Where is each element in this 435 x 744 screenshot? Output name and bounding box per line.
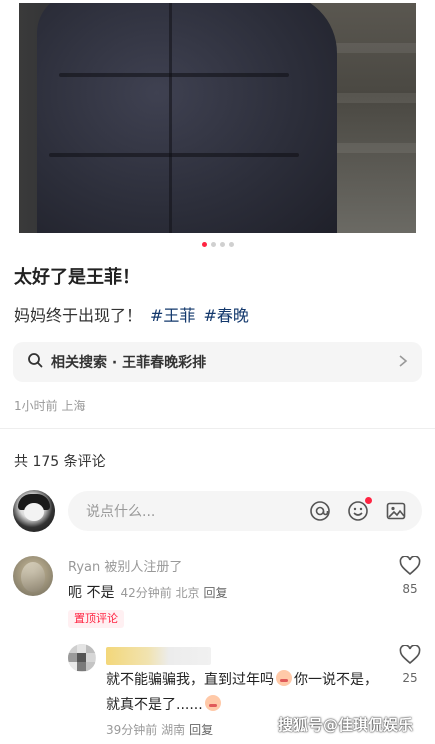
heart-icon: [399, 644, 421, 669]
post-title: 太好了是王菲！: [14, 267, 140, 288]
reply-button[interactable]: 回复: [204, 586, 228, 600]
comment-body: 呃 不是 42分钟前 北京 回复: [68, 582, 228, 602]
comment-count: 共 175 条评论: [14, 454, 106, 470]
reply-body: 就不能骗骗我，直到过年吗 你一说不是，就真不是了......: [106, 668, 386, 718]
carousel-dot: [228, 242, 234, 247]
reply-text-part1: 就不能骗骗我，直到过年吗: [106, 672, 274, 688]
at-icon[interactable]: [308, 499, 332, 523]
avatar[interactable]: [13, 490, 55, 532]
heart-icon: [399, 555, 421, 580]
carousel-dot: [210, 242, 216, 247]
search-icon: [27, 352, 43, 372]
post-description-text: 妈妈终于出现了！: [14, 306, 143, 325]
watermark: 搜狐号@佳琪侃娱乐: [278, 716, 414, 734]
like-button[interactable]: 25: [395, 644, 425, 685]
comment-author[interactable]: Ryan 被别人注册了: [68, 556, 182, 575]
post-description: 妈妈终于出现了！ #王菲 #春晚: [14, 302, 249, 326]
pinned-badge: 置顶评论: [68, 610, 124, 628]
crying-emoji-icon: [276, 670, 292, 686]
reply-author-redacted: [106, 647, 211, 665]
post-meta: 1小时前 上海: [14, 399, 86, 413]
like-button[interactable]: 85: [395, 555, 425, 596]
image-jacket: [37, 3, 337, 233]
reply-button[interactable]: 回复: [189, 723, 213, 737]
divider: [0, 428, 435, 429]
comment-input-placeholder: 说点什么...: [86, 504, 156, 520]
comment-time-location: 42分钟前 北京: [120, 586, 200, 600]
tag-link[interactable]: #春晚: [203, 306, 248, 325]
post-image[interactable]: [19, 3, 416, 233]
carousel-indicator: [0, 242, 435, 247]
carousel-dot: [219, 242, 225, 247]
comment-input[interactable]: 说点什么...: [68, 491, 422, 531]
carousel-dot-active: [201, 242, 207, 247]
emoji-icon[interactable]: [346, 497, 372, 523]
notification-dot: [365, 497, 372, 504]
like-count: 25: [402, 671, 418, 685]
like-count: 85: [402, 582, 418, 596]
related-search-label: 相关搜索 · 王菲春晚彩排: [51, 355, 207, 371]
avatar[interactable]: [13, 556, 53, 596]
reply-meta: 39分钟前 湖南 回复: [106, 721, 213, 738]
tag-link[interactable]: #王菲: [150, 306, 195, 325]
comment-text: 呃 不是: [68, 585, 115, 601]
chevron-right-icon: [398, 353, 408, 372]
related-search-bar[interactable]: 相关搜索 · 王菲春晚彩排: [13, 342, 422, 382]
image-icon[interactable]: [384, 499, 408, 523]
avatar[interactable]: [68, 644, 96, 672]
reply-time-location: 39分钟前 湖南: [106, 723, 186, 737]
crying-emoji-icon: [204, 695, 221, 711]
